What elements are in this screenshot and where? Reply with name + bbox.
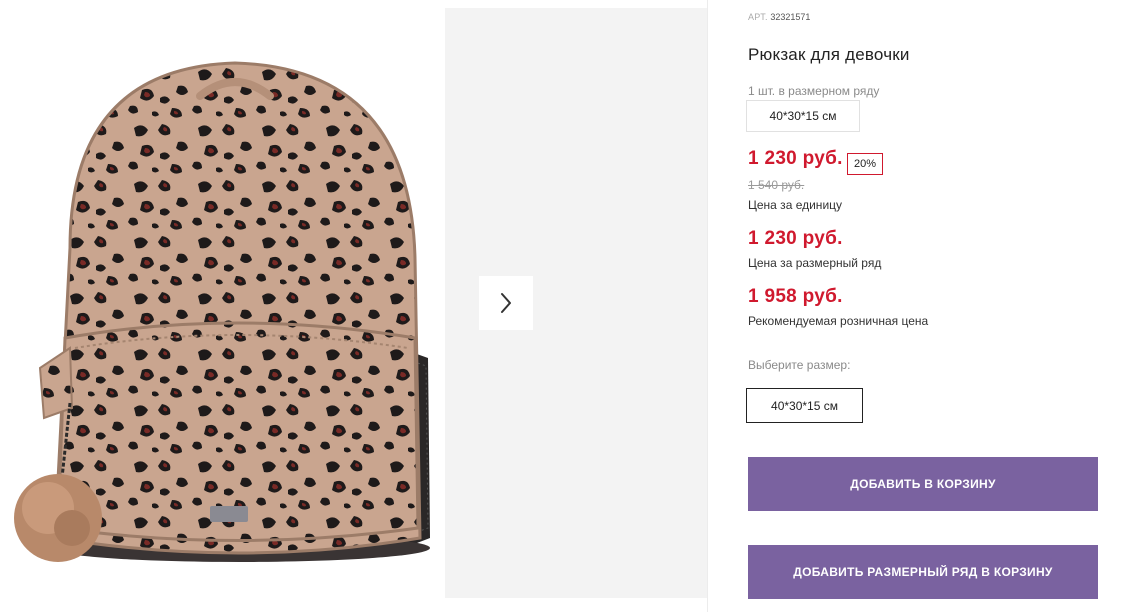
size-selector-label: Выберите размер: — [748, 358, 851, 372]
add-to-cart-button[interactable]: ДОБАВИТЬ В КОРЗИНУ — [748, 457, 1098, 511]
pack-note: 1 шт. в размерном ряду — [748, 84, 880, 98]
pack-size-chip: 40*30*15 см — [746, 100, 860, 132]
product-title: Рюкзак для девочки — [748, 45, 910, 64]
product-gallery — [0, 0, 707, 612]
chevron-right-icon — [501, 293, 511, 313]
column-divider — [707, 0, 708, 612]
unit-price: 1 230 руб. — [748, 148, 843, 169]
size-option-button[interactable]: 40*30*15 см — [746, 388, 863, 423]
next-image-button[interactable] — [479, 276, 533, 330]
retail-price-caption: Рекомендуемая розничная цена — [748, 314, 929, 328]
article-label: АРТ. — [748, 12, 768, 22]
product-image[interactable] — [0, 8, 440, 598]
set-price-caption: Цена за размерный ряд — [748, 256, 882, 270]
article-value: 32321571 — [770, 12, 811, 22]
unit-price-caption: Цена за единицу — [748, 198, 843, 212]
article-number: АРТ. 32321571 — [748, 12, 810, 22]
add-size-set-to-cart-button[interactable]: ДОБАВИТЬ РАЗМЕРНЫЙ РЯД В КОРЗИНУ — [748, 545, 1098, 599]
old-price: 1 540 руб. — [748, 178, 805, 192]
gallery-side-panel — [445, 8, 707, 598]
discount-badge: 20% — [847, 153, 883, 175]
retail-price: 1 958 руб. — [748, 286, 843, 307]
set-price: 1 230 руб. — [748, 228, 843, 249]
